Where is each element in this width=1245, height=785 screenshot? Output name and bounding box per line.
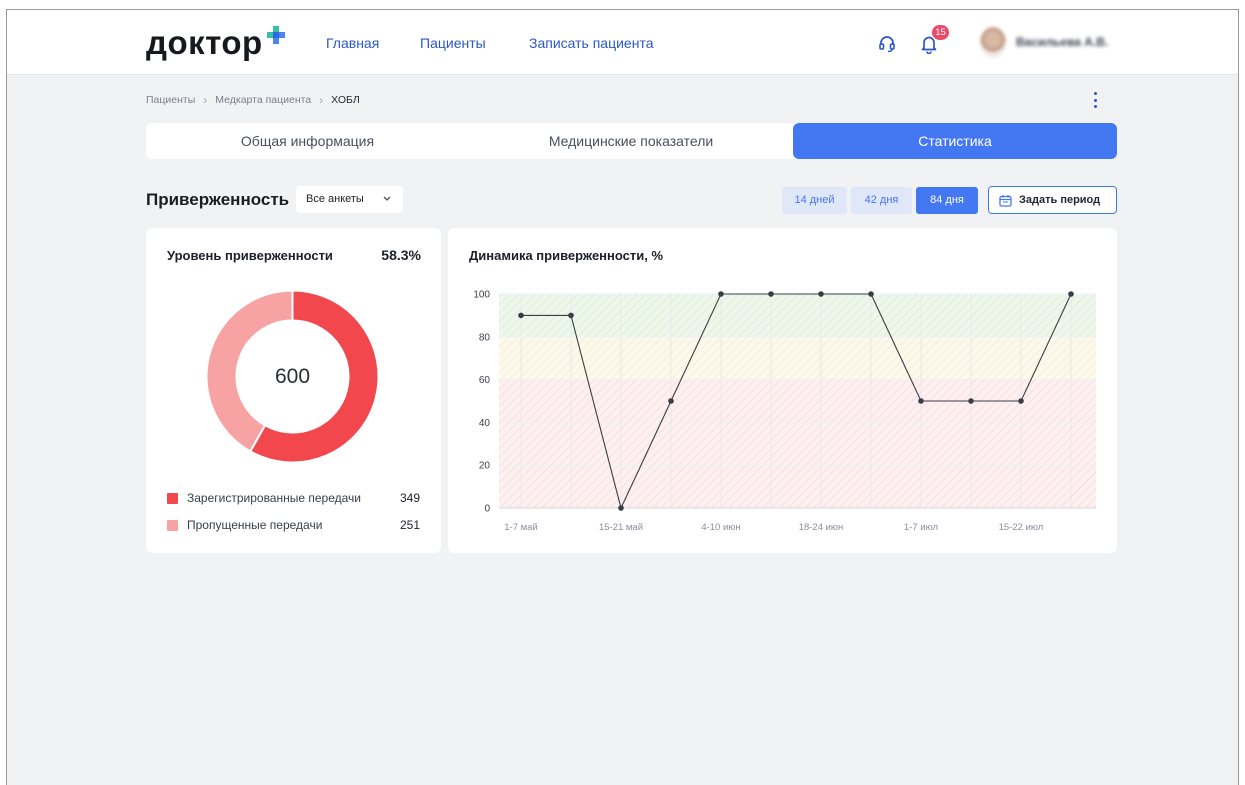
tab-general-info[interactable]: Общая информация <box>146 123 469 159</box>
zone-warn <box>499 336 1096 380</box>
period-42-days-button[interactable]: 42 дня <box>851 187 912 214</box>
legend-item-missed: Пропущенные передачи 251 <box>167 518 420 534</box>
y-tick-label: 0 <box>484 504 490 515</box>
data-point <box>518 312 524 319</box>
chevron-right-icon: › <box>203 93 208 107</box>
app-window: доктор Главная Пациенты Записать пациент… <box>6 9 1239 785</box>
data-point <box>768 291 774 297</box>
adherence-level-title: Уровень приверженности <box>167 248 333 263</box>
tab-statistics[interactable]: Статистика <box>793 123 1117 159</box>
period-14-days-button[interactable]: 14 дней <box>782 187 847 214</box>
calendar-icon <box>999 194 1012 207</box>
adherence-line-chart: 0 20 40 60 80 100 1-7 май 15-21 май 4-10 июн 18-2… <box>473 290 1096 533</box>
breadcrumb-item-medical-card[interactable]: Медкарта пациента <box>215 94 311 106</box>
chevron-right-icon: › <box>319 93 324 107</box>
headset-icon[interactable] <box>878 35 896 53</box>
y-tick-label: 60 <box>479 375 491 386</box>
x-tick-label: 4-10 июн <box>701 522 740 533</box>
tab-medical-indicators[interactable]: Медицинские показатели <box>469 123 793 159</box>
y-tick-label: 80 <box>479 332 491 343</box>
top-navigation-bar: доктор Главная Пациенты Записать пациент… <box>7 10 1238 75</box>
data-point <box>718 291 724 297</box>
more-options-icon[interactable] <box>1090 92 1100 108</box>
x-tick-label: 18-24 июн <box>799 522 844 533</box>
legend-item-registered: Зарегистрированные передачи 349 <box>167 491 420 507</box>
tab-bar: Общая информация Медицинские показатели … <box>146 123 1117 159</box>
data-point <box>1018 398 1024 404</box>
y-tick-label: 40 <box>479 418 491 429</box>
nav-link-patients[interactable]: Пациенты <box>420 35 486 51</box>
data-point <box>818 291 824 297</box>
legend-swatch-missed <box>167 520 178 531</box>
adherence-level-percent: 58.3% <box>381 247 421 263</box>
data-point <box>568 312 574 319</box>
user-name[interactable]: Васильева А.В. <box>1016 35 1108 49</box>
plus-cross-icon <box>267 26 285 44</box>
select-value: Все анкеты <box>306 193 364 205</box>
zone-good <box>499 294 1096 337</box>
donut-total: 600 <box>274 365 311 388</box>
y-tick-label: 20 <box>479 461 491 472</box>
breadcrumb: Пациенты › Медкарта пациента › ХОБЛ <box>146 93 360 107</box>
breadcrumb-item-current: ХОБЛ <box>331 94 360 106</box>
nav-link-home[interactable]: Главная <box>326 35 379 51</box>
x-tick-label: 15-22 июл <box>999 522 1044 533</box>
questionnaire-filter-select[interactable]: Все анкеты <box>296 186 403 213</box>
breadcrumb-item-patients[interactable]: Пациенты <box>146 94 195 106</box>
legend-label: Пропущенные передачи <box>187 518 323 532</box>
legend-value: 251 <box>399 518 420 532</box>
data-point <box>918 398 924 404</box>
section-title: Приверженность <box>146 190 290 209</box>
x-tick-label: 1-7 май <box>504 522 538 533</box>
legend-label: Зарегистрированные передачи <box>187 491 361 505</box>
custom-period-button[interactable]: Задать период <box>988 186 1117 214</box>
data-point <box>1068 291 1074 297</box>
x-tick-label: 15-21 май <box>599 522 643 533</box>
data-point <box>668 398 674 404</box>
period-84-days-button[interactable]: 84 дня <box>916 187 978 214</box>
y-tick-label: 100 <box>473 290 490 301</box>
legend-swatch-registered <box>167 493 178 504</box>
adherence-dynamics-card: Динамика приверженности, % 0 20 40 60 80 100 1… <box>448 228 1117 553</box>
zone-bad <box>499 379 1096 508</box>
data-point <box>868 291 874 297</box>
avatar[interactable] <box>980 27 1006 58</box>
adherence-donut-chart: 600 <box>204 288 381 465</box>
custom-period-label: Задать период <box>1019 194 1101 206</box>
adherence-level-card: Уровень приверженности 58.3% 600 Зарегис… <box>146 228 441 553</box>
chevron-down-icon <box>383 196 391 201</box>
legend-value: 349 <box>399 491 420 505</box>
nav-link-register-patient[interactable]: Записать пациента <box>529 35 653 51</box>
x-tick-label: 1-7 июл <box>904 522 938 533</box>
data-point <box>968 398 974 404</box>
data-point <box>618 505 624 511</box>
notification-count-badge: 15 <box>932 25 949 40</box>
logo[interactable]: доктор <box>146 24 263 62</box>
